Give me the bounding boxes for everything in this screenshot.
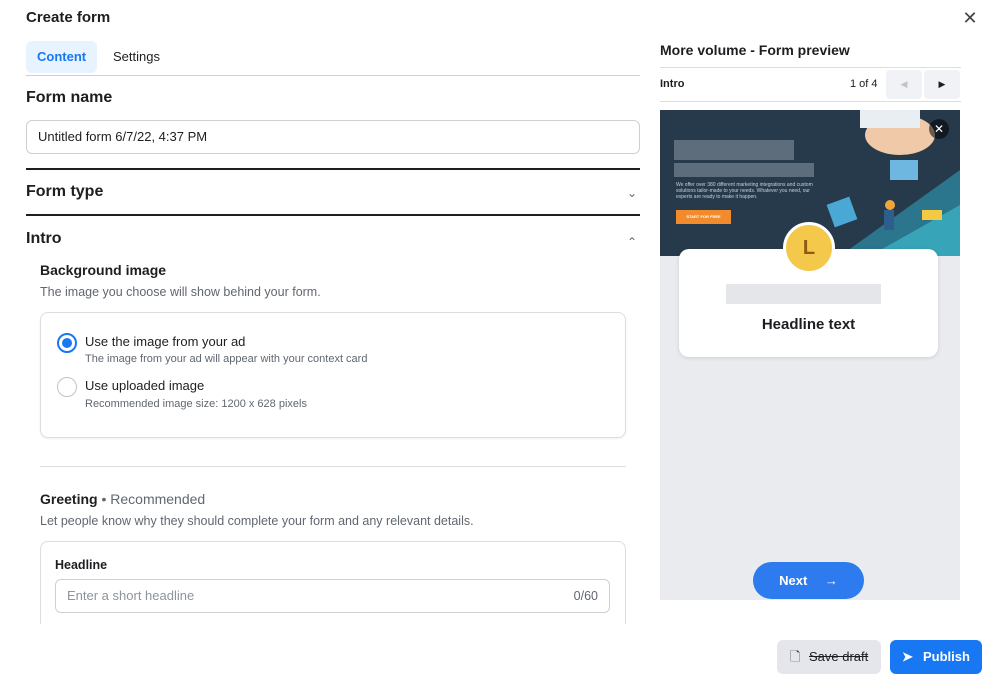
section-divider: [26, 214, 640, 216]
greeting-title: Greeting: [40, 491, 98, 507]
brand-avatar: L: [783, 222, 835, 274]
section-divider: [26, 168, 640, 170]
option-uploaded-image-description: Recommended image size: 1200 x 628 pixel…: [85, 398, 307, 410]
greeting-heading: Greeting • Recommended: [40, 491, 205, 507]
next-page-button[interactable]: ▶: [924, 70, 960, 99]
option-ad-image-description: The image from your ad will appear with …: [85, 353, 368, 365]
headline-input[interactable]: Enter a short headline 0/60: [55, 579, 610, 613]
triangle-left-icon: ◀: [900, 79, 908, 89]
form-type-header[interactable]: Form type: [26, 183, 103, 201]
option-ad-image-title[interactable]: Use the image from your ad: [85, 334, 245, 349]
form-name-label: Form name: [26, 89, 113, 106]
radio-ad-image[interactable]: [57, 333, 77, 353]
close-icon[interactable]: ✕: [960, 8, 980, 28]
headline-label: Headline: [55, 558, 108, 572]
preview-section-label: Intro: [660, 78, 685, 90]
save-draft-button[interactable]: 🗋 Save draft: [777, 640, 881, 674]
chevron-down-icon[interactable]: ⌄: [624, 185, 640, 201]
page-indicator: 1 of 4: [850, 78, 878, 90]
publish-button[interactable]: ➤ Publish: [890, 640, 982, 674]
arrow-right-icon: →: [824, 573, 838, 588]
hero-cta: START FOR FREE: [676, 210, 731, 224]
form-editor: Form name Untitled form 6/7/22, 4:37 PM …: [26, 76, 640, 624]
greeting-card: Headline Enter a short headline 0/60: [40, 541, 626, 624]
blurred-text: [674, 140, 794, 160]
background-options-card: Use the image from your ad The image fro…: [40, 312, 626, 438]
recommended-tag: • Recommended: [97, 491, 206, 507]
background-image-heading: Background image: [40, 262, 167, 278]
previous-page-button[interactable]: ◀: [886, 70, 922, 99]
character-count: 0/60: [573, 589, 598, 603]
save-draft-label: Save draft: [809, 649, 869, 664]
headline-placeholder: Enter a short headline: [67, 588, 195, 603]
publish-label: Publish: [923, 649, 970, 664]
tab-bar: Content Settings: [26, 41, 640, 76]
tab-content[interactable]: Content: [26, 41, 98, 73]
file-icon: 🗋: [790, 649, 801, 664]
preview-headline: Headline text: [761, 316, 856, 333]
send-icon: ➤: [902, 649, 913, 664]
next-button[interactable]: Next →: [753, 562, 864, 599]
blurred-text: [674, 163, 814, 177]
chevron-up-icon[interactable]: ⌃: [624, 234, 640, 250]
blurred-page-name: [726, 284, 881, 304]
triangle-right-icon: ▶: [938, 79, 946, 89]
greeting-description: Let people know why they should complete…: [40, 514, 474, 528]
preview-nav-bar: Intro 1 of 4 ◀ ▶: [660, 67, 961, 102]
radio-uploaded-image[interactable]: [57, 377, 77, 397]
modal-title: Create form: [26, 9, 111, 26]
tab-settings[interactable]: Settings: [102, 41, 171, 73]
intro-header[interactable]: Intro: [26, 230, 62, 248]
preview-title: More volume - Form preview: [660, 42, 850, 58]
hero-text: We offer over 380 different marketing in…: [676, 182, 813, 200]
next-label: Next: [779, 573, 808, 588]
divider: [40, 466, 626, 467]
create-form-modal: Create form ✕ Content Settings Form name…: [0, 0, 998, 686]
option-uploaded-image-title[interactable]: Use uploaded image: [85, 378, 204, 393]
form-preview: We offer over 380 different marketing in…: [660, 110, 960, 600]
close-icon[interactable]: ✕: [929, 119, 949, 139]
background-image-description: The image you choose will show behind yo…: [40, 285, 321, 299]
form-name-input[interactable]: Untitled form 6/7/22, 4:37 PM: [26, 120, 640, 154]
